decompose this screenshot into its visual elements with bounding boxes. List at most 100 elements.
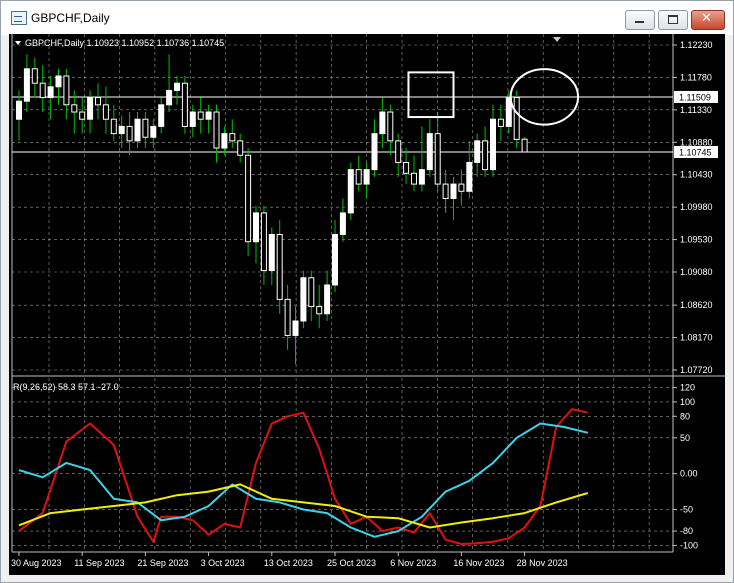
indicator-axis: 120 100 80 50 0.00 -50 -80 -100 bbox=[673, 383, 698, 550]
candle bbox=[126, 112, 133, 156]
bear-candle-body bbox=[403, 161, 410, 174]
bull-candle-body bbox=[450, 183, 457, 199]
price-axis: 1.12230 1.11780 1.11330 1.10880 1.10430 1.099… bbox=[673, 40, 713, 375]
window-titlebar[interactable]: GBPCHF,Daily ✕ bbox=[1, 1, 733, 35]
bear-candle-body bbox=[213, 111, 220, 149]
bull-candle-body bbox=[300, 277, 307, 322]
bear-candle-body bbox=[482, 140, 489, 171]
time-tick-label: 28 Nov 2023 bbox=[517, 558, 568, 568]
bull-candle-body bbox=[418, 169, 425, 185]
candle bbox=[316, 284, 323, 329]
bear-candle-body bbox=[142, 118, 149, 138]
bear-candle-body bbox=[411, 172, 417, 185]
indicator-panel-header: R(9,26,52) 58.3 57.1 -27.0 bbox=[13, 382, 119, 392]
candle bbox=[253, 205, 259, 264]
price-tick-label: 1.09530 bbox=[680, 235, 713, 245]
minimize-button[interactable] bbox=[625, 10, 655, 30]
candle bbox=[521, 137, 528, 153]
bull-candle-body bbox=[134, 118, 141, 142]
candle bbox=[458, 169, 465, 206]
candle bbox=[284, 284, 291, 350]
indicator-lines bbox=[18, 408, 589, 545]
candle bbox=[39, 65, 46, 113]
bear-candle-body bbox=[126, 125, 133, 142]
bear-candle-body bbox=[260, 212, 267, 272]
triangle-down-icon[interactable] bbox=[15, 41, 21, 45]
candle bbox=[31, 57, 38, 98]
candle bbox=[339, 198, 346, 242]
bear-candle-body bbox=[181, 82, 188, 127]
candle bbox=[347, 162, 354, 221]
candle bbox=[276, 220, 283, 314]
maximize-icon bbox=[668, 15, 678, 24]
time-tick-label: 13 Oct 2023 bbox=[264, 558, 313, 568]
candle bbox=[158, 97, 165, 134]
candle bbox=[142, 112, 149, 149]
candle bbox=[205, 104, 212, 134]
time-tick-label: 25 Oct 2023 bbox=[327, 558, 376, 568]
chart-canvas[interactable]: 1.11509 1.10745 1.12230 1.11780 1.11330 1.10… bbox=[9, 34, 725, 575]
close-button[interactable]: ✕ bbox=[691, 10, 725, 30]
price-tick-label: 1.10880 bbox=[680, 137, 713, 147]
bear-candle-body bbox=[110, 118, 117, 135]
candle bbox=[450, 176, 457, 221]
time-tick-label: 11 Sep 2023 bbox=[74, 558, 124, 568]
bear-candle-body bbox=[245, 154, 252, 243]
candle bbox=[355, 155, 362, 192]
window-title: GBPCHF,Daily bbox=[31, 11, 110, 25]
bull-candle-body bbox=[347, 169, 354, 214]
main-panel-header: GBPCHF,Daily 1.10923 1.10952 1.10736 1.1… bbox=[25, 38, 224, 48]
time-tick-label: 6 Nov 2023 bbox=[390, 558, 436, 568]
candle bbox=[197, 97, 204, 134]
bull-candle-body bbox=[292, 320, 299, 336]
bull-candle-body bbox=[332, 234, 338, 286]
bull-candle-body bbox=[371, 133, 378, 171]
candle bbox=[411, 155, 417, 192]
candle bbox=[110, 104, 117, 141]
indicator-tick-label: 80 bbox=[680, 411, 690, 421]
candle bbox=[102, 86, 109, 134]
candle bbox=[474, 133, 481, 177]
price-line-label: 1.10745 bbox=[679, 148, 712, 158]
candle bbox=[237, 133, 244, 163]
bear-candle-body bbox=[95, 97, 101, 106]
bear-candle-body bbox=[308, 277, 315, 308]
candle bbox=[174, 75, 180, 105]
chart-shift-icon[interactable] bbox=[553, 37, 561, 42]
bull-candle-body bbox=[324, 284, 331, 315]
indicator-series-line bbox=[18, 422, 589, 538]
chart-area[interactable]: 1.11509 1.10745 1.12230 1.11780 1.11330 1.10… bbox=[9, 34, 725, 575]
indicator-tick-label: -80 bbox=[680, 526, 693, 536]
candle bbox=[23, 54, 30, 113]
bear-candle-body bbox=[197, 111, 204, 120]
time-tick-label: 16 Nov 2023 bbox=[453, 558, 504, 568]
candle bbox=[490, 104, 496, 177]
bull-candle-body bbox=[221, 133, 228, 149]
indicator-tick-label: 0.00 bbox=[680, 469, 698, 479]
candle bbox=[300, 270, 307, 329]
candle bbox=[221, 126, 228, 156]
candle bbox=[95, 83, 101, 120]
candle bbox=[181, 75, 188, 134]
bear-candle-body bbox=[31, 68, 38, 84]
bull-candle-body bbox=[426, 133, 433, 171]
time-tick-label: 30 Aug 2023 bbox=[11, 558, 62, 568]
candle bbox=[363, 162, 370, 199]
candle bbox=[513, 90, 520, 149]
bull-candle-body bbox=[466, 161, 473, 192]
candle bbox=[403, 148, 410, 185]
bull-candle-body bbox=[23, 68, 30, 102]
bear-candle-body bbox=[434, 133, 441, 185]
maximize-button[interactable] bbox=[658, 10, 688, 30]
indicator-grid bbox=[12, 378, 673, 551]
price-tick-label: 1.11330 bbox=[680, 105, 712, 115]
price-tick-label: 1.11780 bbox=[680, 72, 712, 82]
bull-candle-body bbox=[150, 125, 157, 138]
candle bbox=[166, 54, 173, 113]
bull-candle-body bbox=[205, 111, 212, 120]
minimize-icon bbox=[635, 21, 644, 23]
candle bbox=[213, 104, 220, 163]
candle bbox=[118, 115, 125, 149]
bull-candle-body bbox=[118, 125, 125, 135]
candle bbox=[79, 97, 86, 134]
